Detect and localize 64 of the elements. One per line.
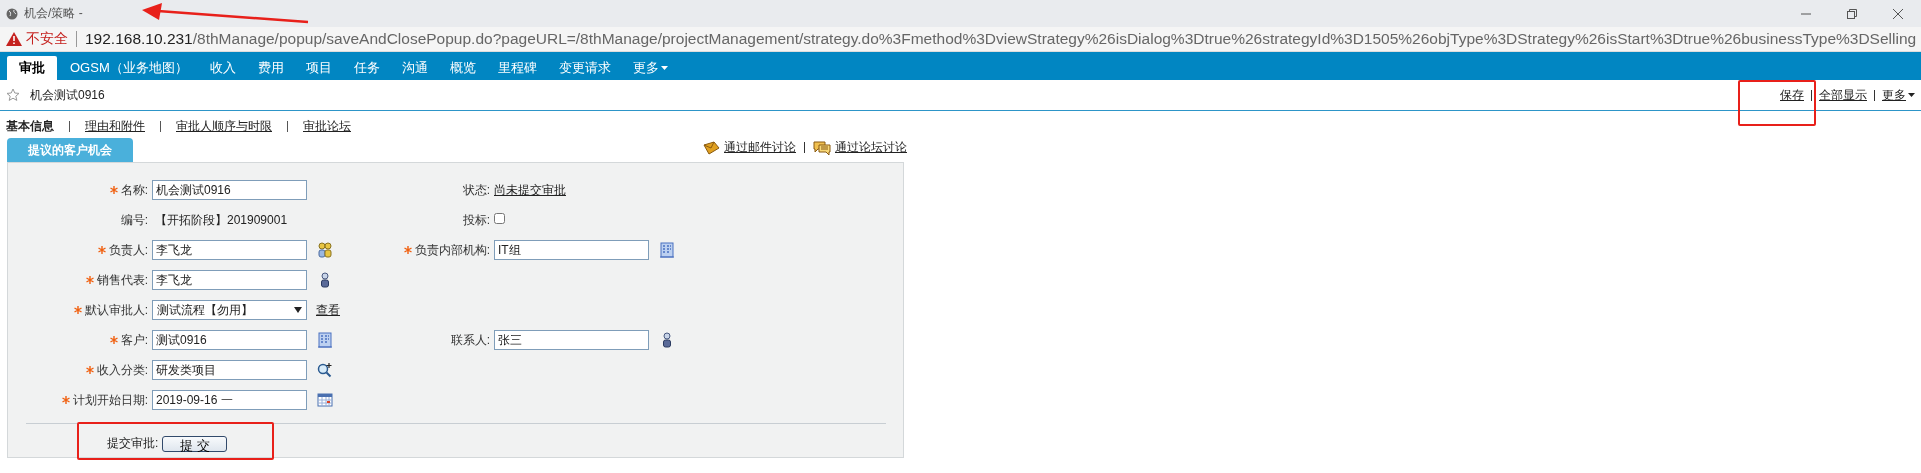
discuss-link[interactable]: 通过邮件讨论 <box>724 139 796 156</box>
nav-tab[interactable]: 任务 <box>344 56 389 80</box>
record-title: 机会测试0916 <box>30 86 105 104</box>
text-field[interactable]: 2019-09-16 一 <box>152 390 307 410</box>
warning-icon <box>6 32 22 46</box>
field-value: 【开拓阶段】201909001 <box>154 211 289 229</box>
text-field[interactable]: 机会测试0916 <box>152 180 307 200</box>
nav-tab[interactable]: 更多 <box>623 56 677 80</box>
text-field[interactable]: 张三 <box>494 330 649 350</box>
field-label: 客户: <box>120 332 148 347</box>
field-label: 计划开始日期: <box>72 392 148 407</box>
globe-icon <box>6 7 18 20</box>
people-icon[interactable] <box>317 242 333 258</box>
section-tab[interactable]: 审批论坛 <box>303 117 351 135</box>
nav-tab[interactable]: 概览 <box>440 56 485 80</box>
field-label: 提交审批: <box>107 435 159 452</box>
url-text[interactable]: 192.168.10.231/8thManage/popup/saveAndClosePopup.do?pageURL=/8thManage/projectManagement/strategy.do%3Fmethod%3DviewStrategy%26isDialog%3Dtrue%26strategyId%3D1505%26objType%3DStrategy%26isStart%3Dtrue%26businessType%3DSelling <box>85 30 1917 48</box>
security-label[interactable]: 不安全 <box>26 30 68 48</box>
text-field[interactable]: 李飞龙 <box>152 240 307 260</box>
search-icon[interactable] <box>317 362 333 378</box>
dropdown-arrow-icon <box>294 307 302 313</box>
dropdown[interactable]: 测试流程【勿用】 <box>152 300 307 320</box>
caret-icon <box>1908 93 1915 97</box>
action-link[interactable]: 更多 <box>1882 86 1915 104</box>
submit-button[interactable]: 提 交 <box>162 435 228 452</box>
field-label: 默认审批人: <box>84 302 148 317</box>
window-title: 机会/策略 - <box>24 5 83 22</box>
building-icon[interactable] <box>659 242 675 258</box>
nav-tab[interactable]: 沟通 <box>392 56 437 80</box>
section-tab[interactable]: 审批人顺序与时限 <box>176 117 272 135</box>
text-field[interactable]: 测试0916 <box>152 330 307 350</box>
nav-tab[interactable]: 费用 <box>248 56 293 80</box>
field-label: 收入分类: <box>96 362 148 377</box>
action-link[interactable]: 保存 <box>1780 86 1804 104</box>
calendar-icon[interactable] <box>317 392 333 408</box>
view-link[interactable]: 查看 <box>316 302 340 317</box>
checkbox[interactable] <box>494 213 505 224</box>
status-link[interactable]: 尚未提交审批 <box>494 182 566 197</box>
field-label: 编号: <box>120 212 148 227</box>
field-label: 联系人: <box>450 332 490 347</box>
envelope-icon <box>702 140 720 155</box>
star-icon[interactable] <box>6 88 20 102</box>
nav-tab[interactable]: 里程碑 <box>488 56 546 80</box>
discuss-link[interactable]: 通过论坛讨论 <box>835 139 907 156</box>
speech-bubble-icon <box>813 140 831 155</box>
field-label: 名称: <box>120 182 148 197</box>
nav-tab[interactable]: OGSM（业务地图） <box>61 56 197 80</box>
field-label: 状态: <box>462 182 490 197</box>
section-tab[interactable]: 理由和附件 <box>85 117 145 135</box>
text-field[interactable]: 研发类项目 <box>152 360 307 380</box>
nav-tab[interactable]: 审批 <box>7 56 57 80</box>
section-tab[interactable]: 基本信息 <box>6 117 54 135</box>
field-label: 负责人: <box>108 242 148 257</box>
nav-tab[interactable]: 收入 <box>200 56 245 80</box>
nav-tab[interactable]: 变更请求 <box>549 56 620 80</box>
building-icon[interactable] <box>317 332 333 348</box>
field-label: 投标: <box>462 212 490 227</box>
text-field[interactable]: 李飞龙 <box>152 270 307 290</box>
field-label: 销售代表: <box>96 272 148 287</box>
text-field[interactable]: IT组 <box>494 240 649 260</box>
nav-tab[interactable]: 项目 <box>296 56 341 80</box>
action-link[interactable]: 全部显示 <box>1819 86 1867 104</box>
caret-icon <box>660 66 668 70</box>
field-label: 负责内部机构: <box>414 242 490 257</box>
